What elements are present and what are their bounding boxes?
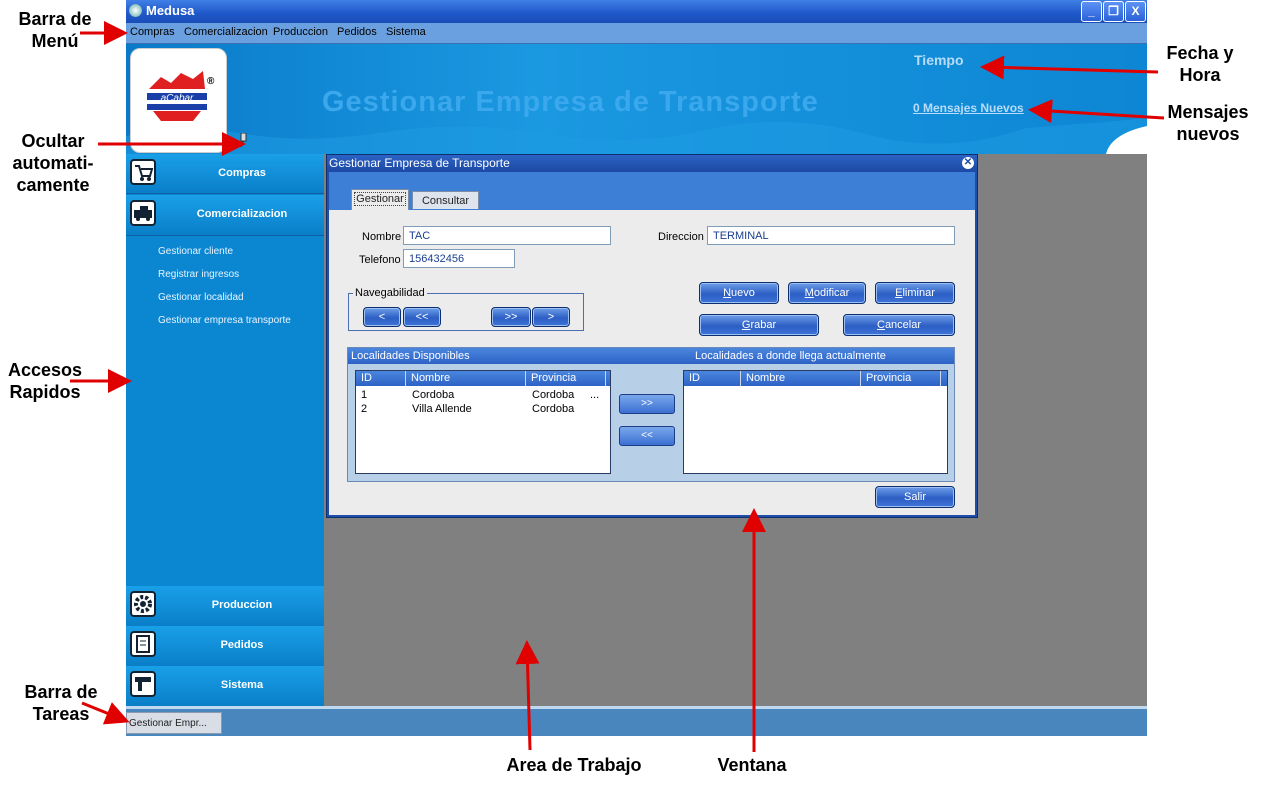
arrow-date-time	[980, 55, 1159, 80]
arrow-taskbar	[81, 701, 130, 725]
annotation-arrows	[70, 21, 1165, 752]
arrow-work-area	[515, 640, 540, 751]
arrow-new-messages	[1028, 99, 1165, 124]
